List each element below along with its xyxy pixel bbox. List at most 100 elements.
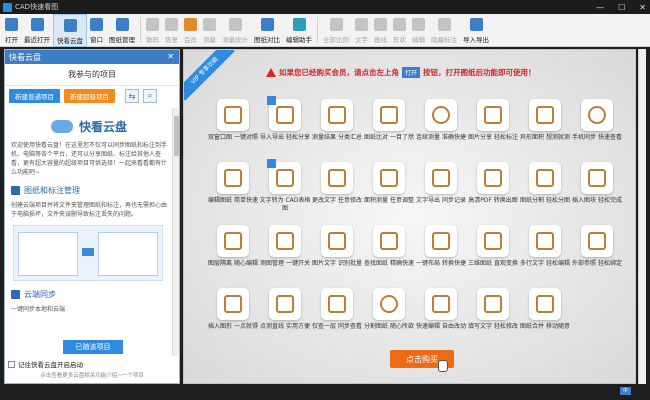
- feature-glyph-icon: [536, 295, 554, 313]
- feature-tile[interactable]: 测量结果 分类汇总: [310, 99, 364, 159]
- toolbar-button[interactable]: 恢复: [162, 14, 181, 47]
- feature-icon: [321, 288, 353, 320]
- toolbar-button[interactable]: 编辑: [409, 14, 428, 47]
- feature-tile[interactable]: 填写文字 轻松修改: [466, 288, 520, 348]
- feature-tile[interactable]: 测图管理 一键开关: [258, 225, 312, 285]
- toolbar-button[interactable]: 快看云盘: [53, 14, 87, 47]
- feature-label: 填写文字 轻松修改: [468, 323, 518, 330]
- project-label: 我参与的项目: [68, 70, 116, 79]
- feature-tile[interactable]: 查找图纸 精确快速: [362, 225, 416, 285]
- checkbox[interactable]: [8, 360, 15, 368]
- toolbar-button[interactable]: 隐藏标注: [428, 14, 460, 47]
- toolbar-button[interactable]: 测量: [200, 14, 219, 47]
- toolbar-icon: [63, 19, 77, 32]
- refresh-icon[interactable]: ⇆: [125, 89, 139, 103]
- toolbar-icon: [228, 18, 242, 31]
- pin-icon[interactable]: ✕: [167, 52, 174, 61]
- feature-tile[interactable]: 双窗口图 一键对照: [206, 99, 260, 159]
- panel-title: 快看云盘: [9, 52, 41, 62]
- feature-glyph-icon: [484, 106, 502, 124]
- feature-icon: [425, 99, 457, 131]
- feature-tile[interactable]: 插入图形 一点就得: [206, 288, 260, 348]
- feature-tile[interactable]: 一键布局 转换快捷: [414, 225, 468, 285]
- feature-tile[interactable]: 图纸分割 轻松分图: [518, 162, 572, 222]
- feature-tile[interactable]: 图纸合并 移动随意: [518, 288, 572, 348]
- feature-tile[interactable]: 编辑图纸 简单快速: [206, 162, 260, 222]
- feature-tile[interactable]: 更改文字 任意修改: [310, 162, 364, 222]
- toolbar-button[interactable]: 窗口: [87, 14, 106, 47]
- startup-checkbox[interactable]: 记住快看云盘开启启动: [8, 359, 83, 369]
- toolbar-button[interactable]: 图纸对比: [251, 14, 283, 47]
- feature-tile[interactable]: 导入导出 轻松分享: [258, 96, 312, 159]
- toolbar-separator: [140, 17, 141, 43]
- ime-badge: 中: [620, 387, 631, 395]
- feature-tile[interactable]: 三维图纸 直观变换: [466, 225, 520, 285]
- feature-tile[interactable]: 面积测量 任意调整: [362, 162, 416, 222]
- toolbar-button[interactable]: 画线: [371, 14, 390, 47]
- toolbar-button[interactable]: 会员: [181, 14, 200, 47]
- feature-label: 插入图块 轻松完成: [572, 197, 622, 204]
- notice-text: 如果您已经购买会员，请点击左上角: [279, 68, 399, 77]
- feature-tile[interactable]: 文字导出 同步记录: [414, 162, 468, 222]
- cloud-panel: 快看云盘 ✕ 我参与的项目 新建普通项目 新建超级项目 ⇆ ⌕ 快看云盘 欢迎使…: [4, 49, 180, 384]
- minimize-button[interactable]: —: [596, 3, 604, 12]
- toolbar-icon: [469, 18, 483, 31]
- toolbar-button[interactable]: 数码: [143, 14, 162, 47]
- close-button[interactable]: ✕: [639, 3, 646, 12]
- feature-tile[interactable]: 图片文字 识别批量: [310, 225, 364, 285]
- feature-label: 测量结果 分类汇总: [312, 134, 362, 141]
- main-scrollbar[interactable]: [638, 49, 646, 384]
- feature-tile[interactable]: 分割图纸 随心所欲: [362, 288, 416, 348]
- feature-label: 编辑图纸 简单快速: [208, 197, 258, 204]
- feature-tile[interactable]: 点测直线 实用方便: [258, 288, 312, 348]
- toolbar-button[interactable]: 打开: [2, 14, 21, 47]
- feature-glyph-icon: [588, 106, 606, 124]
- toolbar-button[interactable]: 最近打开: [21, 14, 53, 47]
- feature-tile[interactable]: 手机同步 快速查看: [570, 99, 624, 159]
- feature-tile[interactable]: 外部参照 轻松绑定: [570, 225, 624, 285]
- feature-tile[interactable]: 仅查一层 同步查看: [310, 288, 364, 348]
- new-advanced-project-button[interactable]: 新建超级项目: [64, 89, 115, 103]
- feature-tile[interactable]: 多行文字 轻松编辑: [518, 225, 572, 285]
- toolbar-button[interactable]: 导入导出: [460, 14, 492, 47]
- toolbar-button[interactable]: 编辑助手: [283, 14, 315, 47]
- feature-tile[interactable]: 图片分享 轻松标注: [466, 99, 520, 159]
- feature-glyph-icon: [224, 232, 242, 250]
- illustration-window: [98, 232, 158, 276]
- toolbar-button[interactable]: 图纸管理: [106, 14, 138, 47]
- feature-glyph-icon: [224, 295, 242, 313]
- feature-glyph-icon: [588, 169, 606, 187]
- toolbar-label: 隐藏标注: [431, 36, 457, 44]
- feature-glyph-icon: [536, 169, 554, 187]
- new-project-button[interactable]: 新建普通项目: [9, 89, 60, 103]
- panel-scrollbar[interactable]: [172, 108, 179, 356]
- feature-tile[interactable]: 文字转为 CAD表格图: [258, 159, 312, 222]
- feature-icon: [529, 99, 561, 131]
- section-header: 图纸和标注管理: [11, 185, 167, 196]
- feature-tile[interactable]: 快速编辑 自由改动: [414, 288, 468, 348]
- feature-tile[interactable]: 图纸比对 一目了然: [362, 99, 416, 159]
- feature-tile[interactable]: 插入图块 轻松完成: [570, 162, 624, 222]
- feature-label: 双窗口图 一键对照: [208, 134, 258, 141]
- toolbar-icon: [146, 18, 159, 31]
- search-icon[interactable]: ⌕: [143, 89, 157, 103]
- feature-tile[interactable]: 连续测量 准确快捷: [414, 99, 468, 159]
- feature-tile[interactable]: 异形面积 想测就测: [518, 99, 572, 159]
- project-action-button[interactable]: 已随该项目: [63, 340, 123, 354]
- feature-label: 仅查一层 同步查看: [312, 323, 362, 330]
- project-dropdown[interactable]: 我参与的项目: [5, 64, 179, 86]
- feature-label: 快速编辑 自由改动: [416, 323, 466, 330]
- feature-glyph-icon: [224, 169, 242, 187]
- toolbar-label: 会员: [184, 36, 197, 44]
- scrollbar-thumb[interactable]: [174, 116, 179, 156]
- toolbar-button[interactable]: 全部比例: [320, 14, 352, 47]
- illustration-window: [18, 232, 78, 276]
- toolbar-button[interactable]: 形状: [390, 14, 409, 47]
- maximize-button[interactable]: ☐: [618, 3, 625, 12]
- feature-tile[interactable]: 高清PDF 转换出图: [466, 162, 520, 222]
- toolbar-button[interactable]: 测量统计: [219, 14, 251, 47]
- toolbar-label: 打开: [5, 36, 18, 44]
- feature-glyph-icon: [276, 232, 294, 250]
- feature-tile[interactable]: 图层隔离 随心编辑: [206, 225, 260, 285]
- toolbar-button[interactable]: 文字: [352, 14, 371, 47]
